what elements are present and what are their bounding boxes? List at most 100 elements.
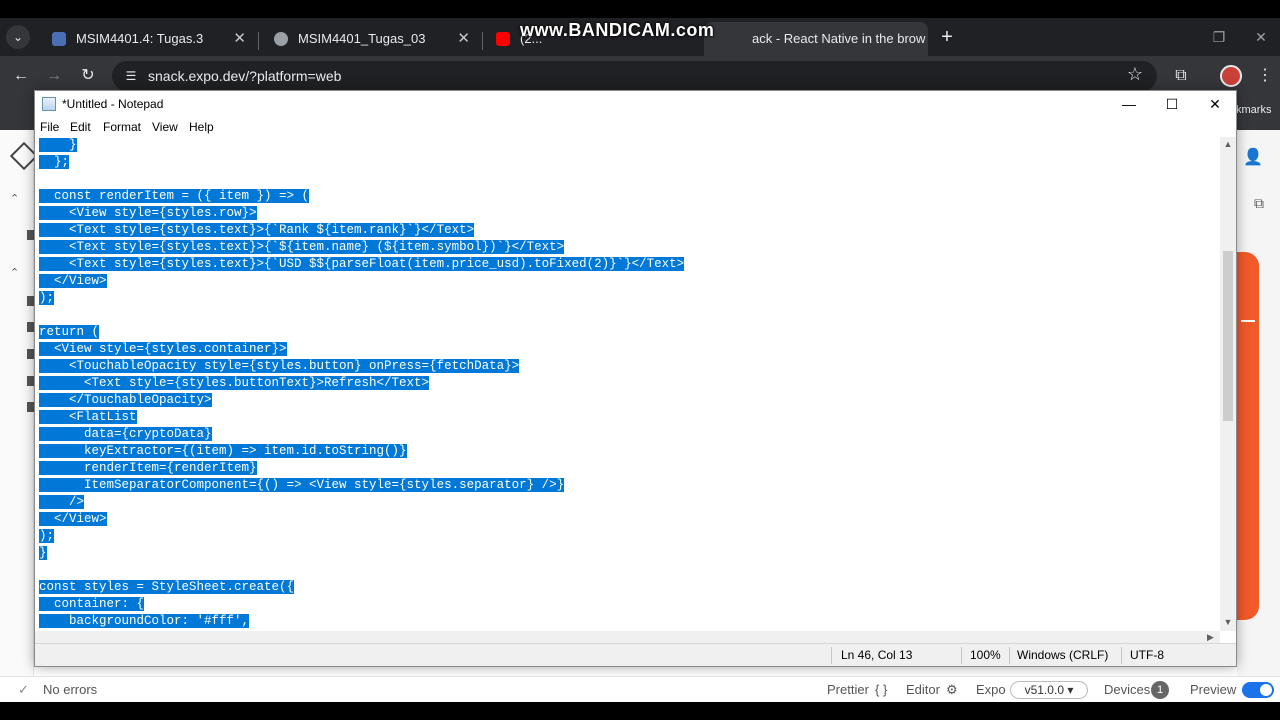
new-tab-plus-icon[interactable]: + xyxy=(936,26,958,48)
browser-menu-icon[interactable]: ⋮ xyxy=(1254,65,1276,87)
devices-count-badge: 1 xyxy=(1151,681,1169,699)
notepad-app-icon xyxy=(42,97,56,111)
code-line: } xyxy=(39,545,684,562)
forward-arrow-icon[interactable]: → xyxy=(43,65,65,87)
scroll-down-arrow-icon[interactable]: ▼ xyxy=(1220,617,1236,627)
code-line: </TouchableOpacity> xyxy=(39,392,684,409)
selected-text: <FlatList xyxy=(39,410,137,424)
preview-toggle[interactable] xyxy=(1242,682,1274,698)
check-icon: ✓ xyxy=(18,682,29,697)
chevron-up-icon[interactable]: ⌃ xyxy=(10,266,19,279)
open-external-icon[interactable]: ⧉ xyxy=(1254,195,1264,212)
file-icon xyxy=(27,376,34,386)
selected-text: const renderItem = ({ item }) => ( xyxy=(39,189,310,203)
code-line: return ( xyxy=(39,324,684,341)
tab-title: ack - React Native in the brow xyxy=(752,31,926,46)
selected-text: } xyxy=(39,138,77,152)
back-arrow-icon[interactable]: ← xyxy=(10,65,32,87)
profile-avatar[interactable] xyxy=(1220,65,1242,87)
vertical-scrollbar[interactable]: ▲ ▼ xyxy=(1220,137,1236,631)
preview-label: Preview xyxy=(1190,682,1237,697)
code-line: ); xyxy=(39,528,684,545)
zoom-level: 100% xyxy=(970,648,1001,662)
menu-edit[interactable]: Edit xyxy=(70,117,91,137)
code-line: <View style={styles.container}> xyxy=(39,341,684,358)
editor-label[interactable]: Editor xyxy=(906,677,940,703)
selected-text: data={cryptoData} xyxy=(39,427,212,441)
code-line: renderItem={renderItem} xyxy=(39,460,684,477)
file-icon xyxy=(27,402,34,412)
tab-search-chevron-icon[interactable]: ⌄ xyxy=(6,25,30,49)
line-ending: Windows (CRLF) xyxy=(1017,648,1109,662)
selected-text: }; xyxy=(39,155,70,169)
code-line: ); xyxy=(39,290,684,307)
cursor-position: Ln 46, Col 13 xyxy=(841,648,913,662)
user-account-icon[interactable]: 👤 xyxy=(1243,148,1263,168)
status-divider xyxy=(1121,647,1122,664)
letterbox-bottom xyxy=(0,702,1280,720)
scroll-up-arrow-icon[interactable]: ▲ xyxy=(1220,139,1236,149)
address-bar[interactable]: ☰ snack.expo.dev/?platform=web ☆ xyxy=(112,61,1157,91)
selected-text: keyExtractor={(item) => item.id.toString… xyxy=(39,444,407,458)
close-window-icon[interactable]: ✕ xyxy=(1250,26,1272,48)
selected-text: } xyxy=(39,546,47,560)
scroll-right-arrow-icon[interactable]: ▶ xyxy=(1207,631,1214,643)
prettier-braces-icon[interactable]: { } xyxy=(875,677,887,703)
selected-text: </TouchableOpacity> xyxy=(39,393,212,407)
notepad-text-area[interactable]: } }; const renderItem = ({ item }) => ( … xyxy=(35,137,1220,631)
notepad-title-bar[interactable]: *Untitled - Notepad — ☐ ✕ xyxy=(35,91,1236,117)
menu-view[interactable]: View xyxy=(152,117,178,137)
expo-label: Expo xyxy=(976,682,1006,697)
horizontal-scrollbar[interactable]: ▶ xyxy=(35,631,1220,643)
menu-format[interactable]: Format xyxy=(103,117,141,137)
restore-window-icon[interactable]: ❐ xyxy=(1208,26,1230,48)
site-info-icon[interactable]: ☰ xyxy=(122,67,140,85)
file-icon xyxy=(27,230,34,240)
maximize-icon[interactable]: ☐ xyxy=(1150,91,1194,117)
tab-msim4401-tugas3[interactable]: MSIM4401.4: Tugas.3 ✕ xyxy=(40,22,254,56)
code-line: const styles = StyleSheet.create({ xyxy=(39,579,684,596)
error-status[interactable]: No errors xyxy=(43,677,97,703)
device-notch xyxy=(1241,320,1255,322)
notepad-status-bar: Ln 46, Col 13 100% Windows (CRLF) UTF-8 xyxy=(35,643,1236,666)
menu-help[interactable]: Help xyxy=(189,117,214,137)
reload-icon[interactable]: ↻ xyxy=(77,65,99,87)
status-divider xyxy=(831,647,832,664)
code-line: </View> xyxy=(39,511,684,528)
moodle-favicon-icon xyxy=(52,32,66,46)
chevron-up-icon[interactable]: ⌃ xyxy=(10,192,19,205)
close-tab-icon[interactable]: ✕ xyxy=(457,22,470,56)
code-line: <View style={styles.row}> xyxy=(39,205,684,222)
close-icon[interactable]: ✕ xyxy=(1193,91,1237,117)
scrollbar-thumb[interactable] xyxy=(1223,251,1233,421)
gear-icon[interactable]: ⚙ xyxy=(946,677,958,703)
extensions-puzzle-icon[interactable]: ⧉ xyxy=(1170,65,1192,87)
code-line: } xyxy=(39,137,684,154)
code-line: backgroundColor: '#fff', xyxy=(39,613,684,630)
minimize-icon[interactable]: — xyxy=(1107,91,1151,117)
tab-separator xyxy=(258,32,259,50)
devices-label[interactable]: Devices xyxy=(1104,677,1150,703)
selected-text: ); xyxy=(39,291,55,305)
selected-text: <View style={styles.row}> xyxy=(39,206,257,220)
all-bookmarks-label[interactable]: kmarks xyxy=(1236,104,1271,116)
sdk-version-select[interactable]: v51.0.0 ▾ xyxy=(1010,681,1088,699)
screen: ⌄ MSIM4401.4: Tugas.3 ✕ MSIM4401_Tugas_0… xyxy=(0,0,1280,720)
bookmark-star-icon[interactable]: ☆ xyxy=(1127,64,1143,85)
selected-text: <TouchableOpacity style={styles.button} … xyxy=(39,359,520,373)
menu-file[interactable]: File xyxy=(40,117,59,137)
prettier-label[interactable]: Prettier xyxy=(827,677,869,703)
code-content: } }; const renderItem = ({ item }) => ( … xyxy=(39,137,685,630)
close-tab-icon[interactable]: ✕ xyxy=(233,22,246,56)
selected-text: const styles = StyleSheet.create({ xyxy=(39,580,295,594)
tab-snack-active[interactable]: ack - React Native in the brow xyxy=(704,22,928,56)
tab-separator xyxy=(482,32,483,50)
selected-text: return ( xyxy=(39,325,100,339)
code-line: data={cryptoData} xyxy=(39,426,684,443)
selected-text: ); xyxy=(39,529,55,543)
tab-msim4401-tugas03[interactable]: MSIM4401_Tugas_03 ✕ xyxy=(262,22,478,56)
selected-text: <Text style={styles.text}>{`${item.name}… xyxy=(39,240,565,254)
file-icon xyxy=(27,349,34,359)
selected-text: <Text style={styles.buttonText}>Refresh<… xyxy=(39,376,430,390)
